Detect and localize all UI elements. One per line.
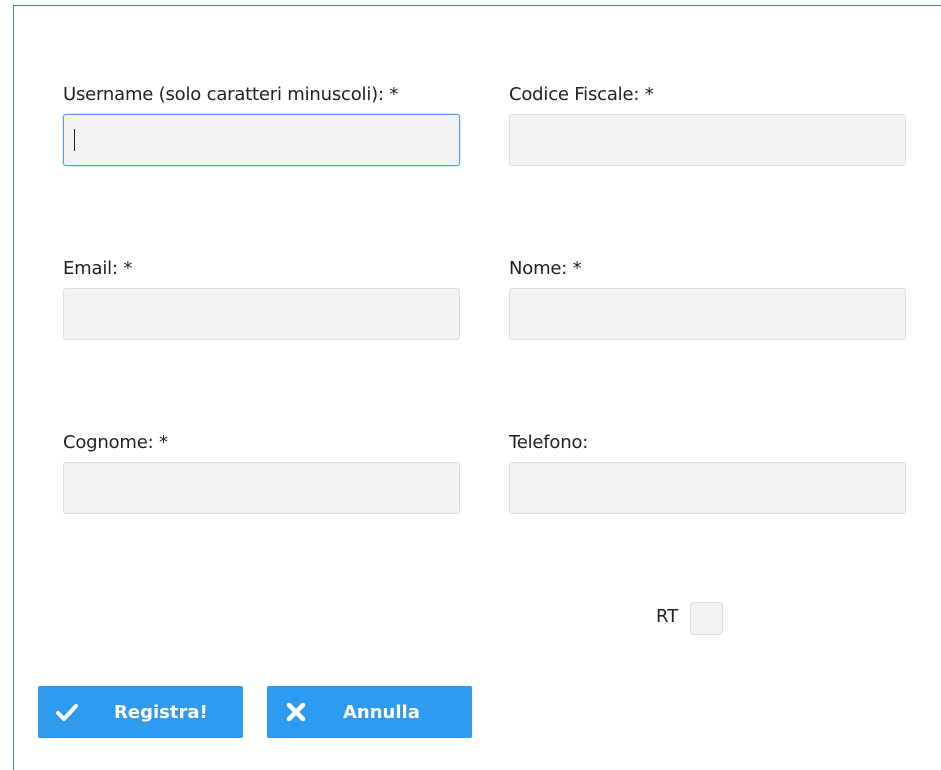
- nome-label: Nome: *: [509, 258, 582, 279]
- rt-checkbox[interactable]: [690, 602, 723, 635]
- email-input[interactable]: [63, 288, 460, 340]
- register-button-label: Registra!: [114, 701, 208, 723]
- rt-label: RT: [656, 606, 679, 627]
- cognome-input[interactable]: [63, 462, 460, 514]
- email-label: Email: *: [63, 258, 133, 279]
- nome-input[interactable]: [509, 288, 906, 340]
- check-icon: [56, 701, 78, 723]
- cancel-button[interactable]: Annulla: [267, 686, 472, 738]
- register-button[interactable]: Registra!: [38, 686, 243, 738]
- telefono-input[interactable]: [509, 462, 906, 514]
- codice-fiscale-label: Codice Fiscale: *: [509, 84, 654, 105]
- text-caret: [74, 129, 75, 151]
- username-input[interactable]: [63, 114, 460, 166]
- close-icon: [285, 701, 307, 723]
- codice-fiscale-input[interactable]: [509, 114, 906, 166]
- cancel-button-label: Annulla: [343, 701, 420, 723]
- username-label: Username (solo caratteri minuscoli): *: [63, 84, 399, 105]
- cognome-label: Cognome: *: [63, 432, 168, 453]
- telefono-label: Telefono:: [509, 432, 589, 453]
